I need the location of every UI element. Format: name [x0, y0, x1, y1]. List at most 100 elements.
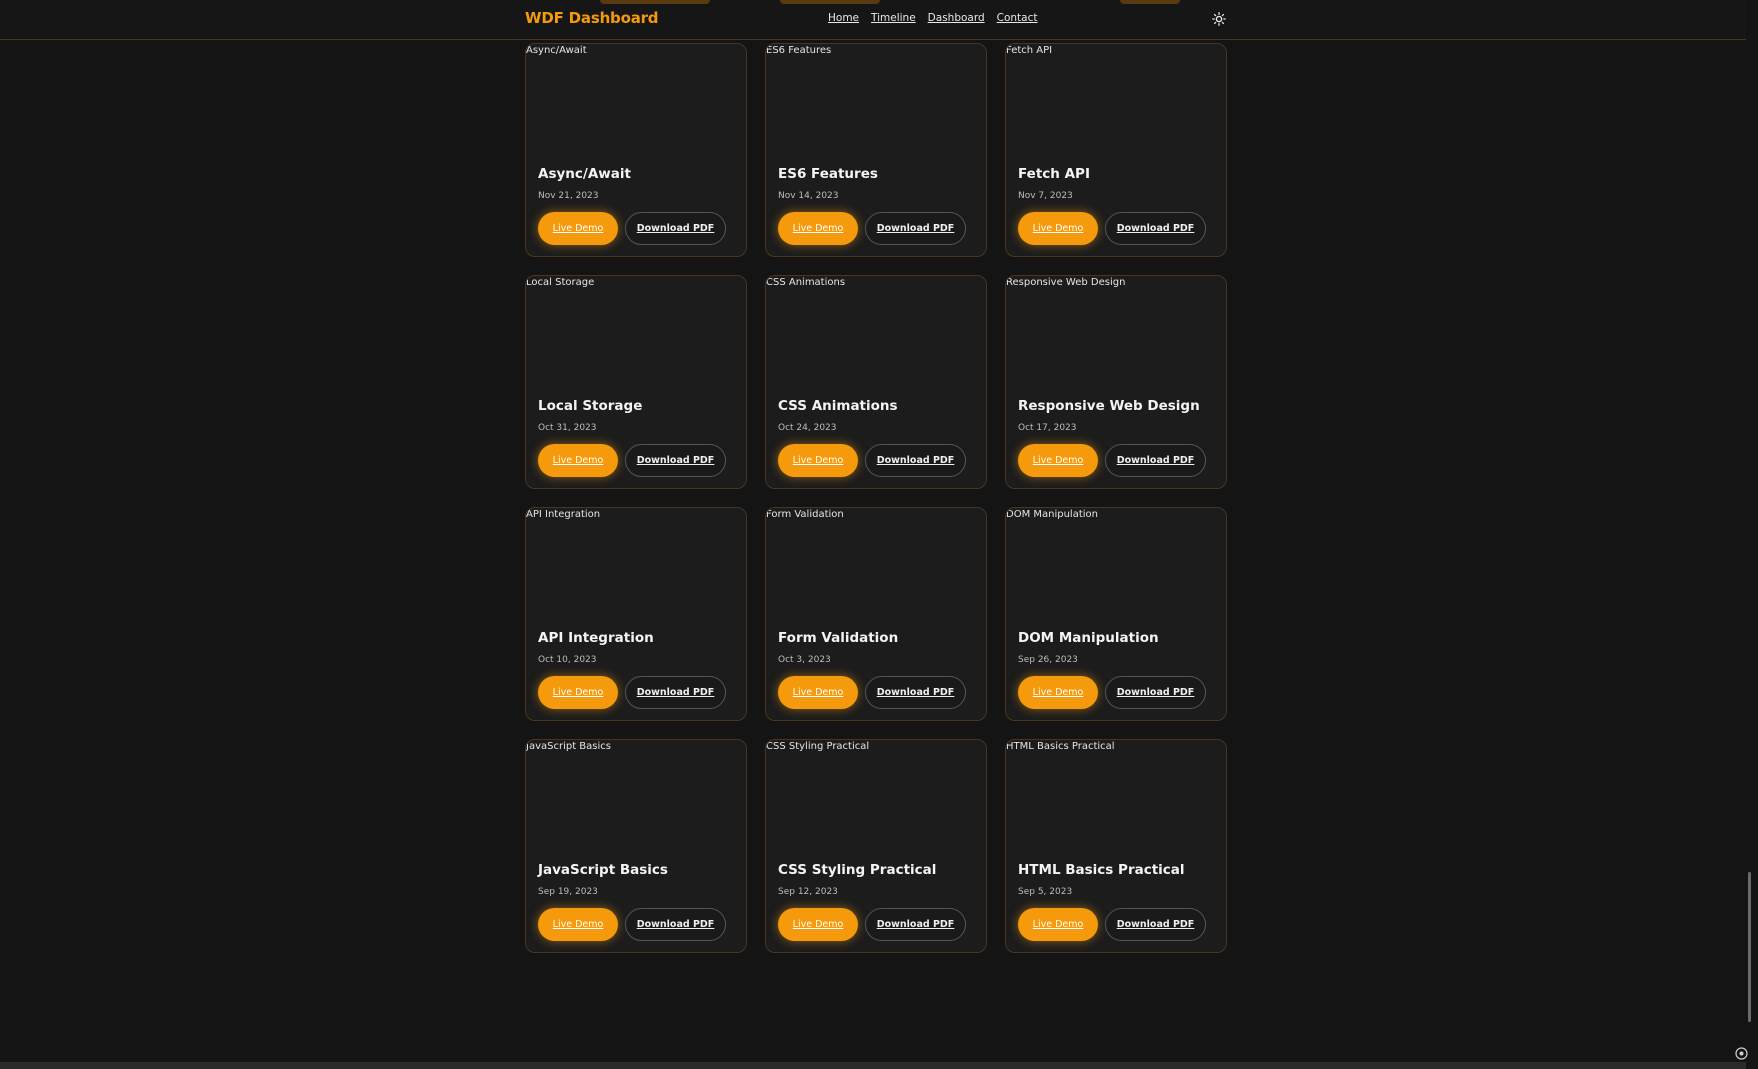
brand-logo[interactable]: WDF Dashboard	[525, 9, 659, 27]
card-title: Async/Await	[538, 166, 631, 182]
card-actions: Live Demo Download PDF	[538, 212, 726, 245]
sun-icon	[1212, 12, 1226, 26]
card-date: Sep 5, 2023	[1018, 887, 1073, 897]
card-image-alt-text: API Integration	[526, 509, 601, 520]
card-actions: Live Demo Download PDF	[778, 676, 966, 709]
live-demo-button[interactable]: Live Demo	[538, 908, 618, 941]
target-icon	[1734, 1046, 1748, 1060]
card-date: Oct 17, 2023	[1018, 423, 1077, 433]
project-grid: Async/Await Async/Await Nov 21, 2023 Live D…	[525, 43, 1227, 953]
card-image-alt-text: HTML Basics Practical	[1006, 741, 1115, 752]
card-actions: Live Demo Download PDF	[778, 908, 966, 941]
download-pdf-button[interactable]: Download PDF	[1105, 676, 1206, 709]
download-pdf-button[interactable]: Download PDF	[625, 676, 726, 709]
card-title: Form Validation	[778, 630, 899, 646]
card-title: DOM Manipulation	[1018, 630, 1159, 646]
project-card: ES6 Features ES6 Features Nov 14, 2023 Live…	[765, 43, 987, 257]
download-pdf-button[interactable]: Download PDF	[865, 908, 966, 941]
nav-link-timeline[interactable]: Timeline	[871, 12, 916, 24]
download-pdf-button[interactable]: Download PDF	[625, 444, 726, 477]
card-date: Nov 7, 2023	[1018, 191, 1073, 201]
previous-row-button-peek	[1120, 0, 1180, 4]
live-demo-button[interactable]: Live Demo	[778, 212, 858, 245]
card-date: Oct 24, 2023	[778, 423, 837, 433]
project-card: Async/Await Async/Await Nov 21, 2023 Live D…	[525, 43, 747, 257]
card-date: Sep 19, 2023	[538, 887, 598, 897]
card-date: Oct 10, 2023	[538, 655, 597, 665]
card-actions: Live Demo Download PDF	[538, 676, 726, 709]
card-actions: Live Demo Download PDF	[1018, 212, 1206, 245]
theme-toggle-button[interactable]	[1210, 10, 1228, 28]
project-card: Responsive Web Design Responsive Web Desi…	[1005, 275, 1227, 489]
download-pdf-button[interactable]: Download PDF	[1105, 212, 1206, 245]
card-date: Sep 12, 2023	[778, 887, 838, 897]
download-pdf-button[interactable]: Download PDF	[1105, 444, 1206, 477]
card-actions: Live Demo Download PDF	[538, 908, 726, 941]
card-actions: Live Demo Download PDF	[778, 444, 966, 477]
live-demo-button[interactable]: Live Demo	[1018, 676, 1098, 709]
live-demo-button[interactable]: Live Demo	[538, 212, 618, 245]
project-card: API Integration API Integration Oct 10, 20…	[525, 507, 747, 721]
card-date: Nov 21, 2023	[538, 191, 599, 201]
card-actions: Live Demo Download PDF	[1018, 444, 1206, 477]
live-demo-button[interactable]: Live Demo	[538, 444, 618, 477]
card-image-alt-text: CSS Styling Practical	[766, 741, 870, 752]
project-card: JavaScript Basics JavaScript Basics Sep 19…	[525, 739, 747, 953]
card-image-alt-text: Local Storage	[526, 277, 595, 288]
download-pdf-button[interactable]: Download PDF	[625, 908, 726, 941]
card-actions: Live Demo Download PDF	[1018, 908, 1206, 941]
nav-links: Home Timeline Dashboard Contact	[828, 12, 1038, 24]
project-card: Form Validation Form Validation Oct 3, 202…	[765, 507, 987, 721]
card-image-alt-text: Fetch API	[1006, 45, 1053, 56]
card-actions: Live Demo Download PDF	[538, 444, 726, 477]
navbar: WDF Dashboard Home Timeline Dashboard Co…	[0, 0, 1750, 40]
card-date: Sep 26, 2023	[1018, 655, 1078, 665]
card-title: HTML Basics Practical	[1018, 862, 1185, 878]
previous-row-button-peek	[780, 0, 880, 4]
live-demo-button[interactable]: Live Demo	[778, 444, 858, 477]
project-card: Local Storage Local Storage Oct 31, 2023 Li…	[525, 275, 747, 489]
card-title: API Integration	[538, 630, 654, 646]
project-card: CSS Styling Practical CSS Styling Practic…	[765, 739, 987, 953]
project-card: HTML Basics Practical HTML Basics Practic…	[1005, 739, 1227, 953]
scrollbar-thumb[interactable]	[1748, 872, 1751, 1022]
download-pdf-button[interactable]: Download PDF	[865, 212, 966, 245]
download-pdf-button[interactable]: Download PDF	[1105, 908, 1206, 941]
live-demo-button[interactable]: Live Demo	[778, 676, 858, 709]
nav-link-contact[interactable]: Contact	[997, 12, 1038, 24]
card-image-alt-text: DOM Manipulation	[1006, 509, 1098, 520]
card-title: CSS Styling Practical	[778, 862, 937, 878]
download-pdf-button[interactable]: Download PDF	[625, 212, 726, 245]
previous-row-button-peek	[600, 0, 710, 4]
card-image-alt-text: Async/Await	[526, 45, 587, 56]
card-date: Oct 3, 2023	[778, 655, 831, 665]
card-date: Nov 14, 2023	[778, 191, 839, 201]
settings-corner-icon[interactable]	[1734, 1046, 1748, 1060]
live-demo-button[interactable]: Live Demo	[778, 908, 858, 941]
card-actions: Live Demo Download PDF	[778, 212, 966, 245]
card-date: Oct 31, 2023	[538, 423, 597, 433]
card-title: ES6 Features	[778, 166, 878, 182]
card-title: Local Storage	[538, 398, 643, 414]
card-image-alt-text: Responsive Web Design	[1006, 277, 1126, 288]
nav-link-dashboard[interactable]: Dashboard	[928, 12, 985, 24]
card-actions: Live Demo Download PDF	[1018, 676, 1206, 709]
card-image-alt-text: CSS Animations	[766, 277, 846, 288]
live-demo-button[interactable]: Live Demo	[1018, 908, 1098, 941]
nav-link-home[interactable]: Home	[828, 12, 859, 24]
live-demo-button[interactable]: Live Demo	[1018, 212, 1098, 245]
bottom-strip	[0, 1062, 1746, 1069]
live-demo-button[interactable]: Live Demo	[538, 676, 618, 709]
card-title: Responsive Web Design	[1018, 398, 1200, 414]
download-pdf-button[interactable]: Download PDF	[865, 676, 966, 709]
download-pdf-button[interactable]: Download PDF	[865, 444, 966, 477]
card-title: JavaScript Basics	[538, 862, 668, 878]
card-title: CSS Animations	[778, 398, 898, 414]
project-card: DOM Manipulation DOM Manipulation Sep 26, …	[1005, 507, 1227, 721]
card-title: Fetch API	[1018, 166, 1090, 182]
project-card: CSS Animations CSS Animations Oct 24, 2023…	[765, 275, 987, 489]
card-image-alt-text: JavaScript Basics	[526, 741, 611, 752]
live-demo-button[interactable]: Live Demo	[1018, 444, 1098, 477]
project-card: Fetch API Fetch API Nov 7, 2023 Live Demo Do…	[1005, 43, 1227, 257]
card-image-alt-text: Form Validation	[766, 509, 844, 520]
